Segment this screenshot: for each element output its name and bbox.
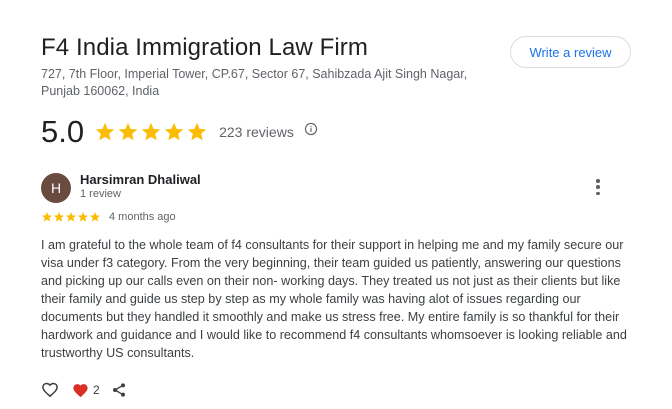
love-reaction-button[interactable]	[72, 382, 89, 399]
review-rating-row: 4 months ago	[41, 210, 176, 224]
more-options-button[interactable]	[590, 178, 606, 196]
review-text: I am grateful to the whole team of f4 co…	[41, 238, 627, 360]
love-count: 2	[93, 383, 100, 397]
star-icon	[42, 212, 52, 222]
star-icon	[164, 122, 184, 141]
share-button[interactable]	[111, 382, 127, 398]
business-title: F4 India Immigration Law Firm	[41, 34, 368, 61]
avatar[interactable]: H	[41, 173, 71, 203]
review-stars	[41, 211, 101, 223]
star-icon	[118, 122, 138, 141]
reviewer-name[interactable]: Harsimran Dhaliwal	[80, 172, 201, 187]
place-reviews-panel: F4 India Immigration Law Firm 727, 7th F…	[0, 0, 672, 409]
write-review-button[interactable]: Write a review	[510, 36, 631, 68]
star-icon	[66, 212, 76, 222]
star-icon	[187, 122, 207, 141]
star-icon	[90, 212, 100, 222]
share-icon	[112, 383, 125, 397]
rating-summary: 5.0 223 reviews	[41, 114, 318, 150]
more-vert-icon	[596, 179, 600, 183]
star-icon	[78, 212, 88, 222]
business-address: 727, 7th Floor, Imperial Tower, CP.67, S…	[41, 67, 468, 98]
review-actions: 2	[41, 380, 127, 400]
star-icon	[95, 122, 115, 141]
reviews-count: 223 reviews	[219, 124, 294, 140]
star-icon	[54, 212, 64, 222]
info-icon[interactable]	[304, 122, 318, 136]
review-time: 4 months ago	[109, 211, 176, 223]
rating-stars	[94, 121, 208, 143]
heart-outline-icon	[42, 382, 58, 398]
rating-value: 5.0	[41, 114, 85, 149]
reviewer-review-count: 1 review	[80, 188, 121, 200]
like-button[interactable]	[41, 381, 59, 399]
star-icon	[141, 122, 161, 141]
heart-filled-icon	[73, 383, 88, 397]
